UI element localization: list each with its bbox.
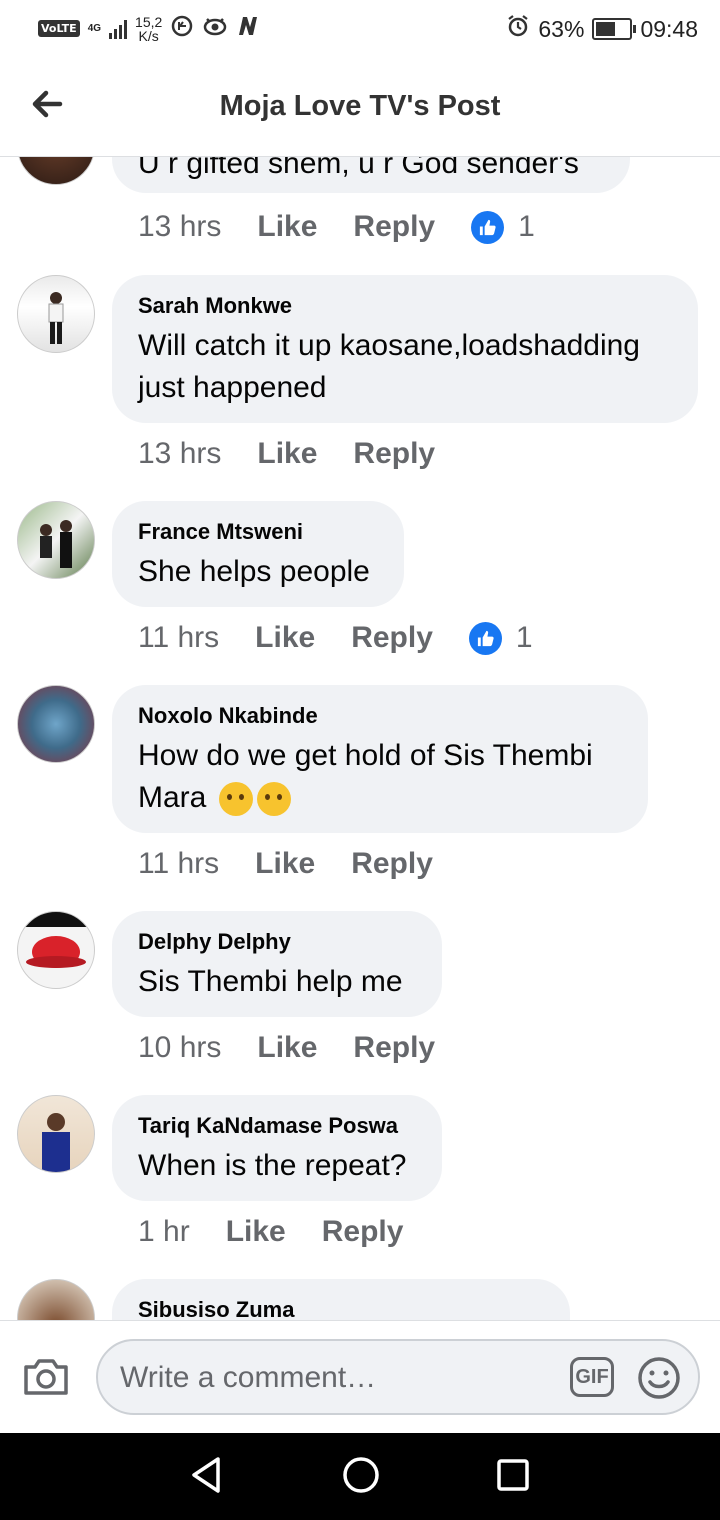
like-button[interactable]: Like xyxy=(257,210,317,244)
camera-icon[interactable] xyxy=(22,1355,70,1402)
like-button[interactable]: Like xyxy=(257,1031,317,1065)
like-button[interactable]: Like xyxy=(255,621,315,655)
battery-percent: 63% xyxy=(538,15,585,42)
comment-bubble[interactable]: Delphy Delphy Sis Thembi help me xyxy=(112,911,442,1017)
circle-home-icon[interactable] xyxy=(341,1455,381,1500)
comment-time: 10 hrs xyxy=(138,1031,222,1064)
comment-bubble[interactable]: Sarah Monkwe Will catch it up kaosane,lo… xyxy=(112,275,698,423)
comments-list[interactable]: U r gifted shem, u r God sender's 13 hrs… xyxy=(0,157,720,1320)
comment-composer: GIF xyxy=(0,1320,720,1434)
commenter-name[interactable]: Sarah Monkwe xyxy=(138,293,672,319)
avatar[interactable] xyxy=(17,157,95,185)
comment-text: She helps people xyxy=(138,555,370,588)
smiley-icon[interactable] xyxy=(636,1355,682,1406)
triangle-back-icon[interactable] xyxy=(188,1455,224,1500)
comment-bubble[interactable]: Tariq KaNdamase Poswa When is the repeat… xyxy=(112,1095,442,1201)
reply-button[interactable]: Reply xyxy=(322,1215,404,1249)
commenter-name[interactable]: Tariq KaNdamase Poswa xyxy=(138,1113,416,1139)
comment-actions: 1 hr Like Reply xyxy=(138,1215,439,1249)
avatar[interactable] xyxy=(17,685,95,763)
data-saver-icon xyxy=(170,14,194,43)
battery-icon xyxy=(592,18,637,40)
network-speed: 15,2 K/s xyxy=(135,15,162,43)
reply-button[interactable]: Reply xyxy=(353,437,435,471)
avatar[interactable] xyxy=(17,275,95,353)
comment-text: Sis Thembi help me xyxy=(138,965,403,998)
comment-bubble[interactable]: U r gifted shem, u r God sender's xyxy=(112,157,630,193)
avatar[interactable] xyxy=(17,911,95,989)
network-type: 4G xyxy=(87,22,102,34)
reaction-count[interactable]: 1 xyxy=(471,210,535,244)
like-button[interactable]: Like xyxy=(255,847,315,881)
comment-input[interactable] xyxy=(118,1355,542,1401)
like-button[interactable]: Like xyxy=(226,1215,286,1249)
gif-button[interactable]: GIF xyxy=(570,1357,614,1397)
square-recents-icon[interactable] xyxy=(495,1455,531,1500)
reply-button[interactable]: Reply xyxy=(353,1031,435,1065)
commenter-name[interactable]: Sibusiso Zuma xyxy=(138,1297,544,1320)
comment-input-container: GIF xyxy=(96,1339,700,1415)
thumbs-up-icon xyxy=(471,210,505,244)
comment-text: U r gifted shem, u r God sender's xyxy=(138,157,579,180)
comment-text: Will catch it up kaosane,loadshadding ju… xyxy=(138,329,640,404)
commenter-name[interactable]: France Mtsweni xyxy=(138,519,378,545)
comment-bubble[interactable]: Noxolo Nkabinde How do we get hold of Si… xyxy=(112,685,648,833)
alarm-icon xyxy=(506,14,530,44)
comment-text: When is the repeat? xyxy=(138,1149,407,1182)
thumbs-up-icon xyxy=(468,621,502,655)
reply-button[interactable]: Reply xyxy=(351,847,433,881)
volte-indicator: VoLTE xyxy=(38,20,80,37)
comment-time: 13 hrs xyxy=(138,210,222,243)
comment-text: How do we get hold of Sis Thembi Mara xyxy=(138,735,622,819)
reaction-number: 1 xyxy=(515,621,533,654)
commenter-name[interactable]: Noxolo Nkabinde xyxy=(138,703,622,729)
eye-icon xyxy=(202,14,228,43)
speed-unit: K/s xyxy=(138,27,159,44)
avatar[interactable] xyxy=(17,1279,95,1320)
avatar[interactable] xyxy=(17,501,95,579)
post-header: Moja Love TV's Post xyxy=(0,62,720,157)
comment-time: 13 hrs xyxy=(138,437,222,470)
thinking-face-icon xyxy=(256,782,291,817)
comment-actions: 13 hrs Like Reply 1 xyxy=(138,210,535,244)
comment-bubble[interactable]: France Mtsweni She helps people xyxy=(112,501,404,607)
comment-actions: 11 hrs Like Reply xyxy=(138,847,469,881)
comment-text-content: How do we get hold of Sis Thembi Mara xyxy=(138,739,593,814)
comment-actions: 11 hrs Like Reply 1 xyxy=(138,621,533,655)
system-navigation-bar xyxy=(0,1433,720,1520)
commenter-name[interactable]: Delphy Delphy xyxy=(138,929,416,955)
signal-icon xyxy=(109,19,128,39)
comment-time: 11 hrs xyxy=(138,847,220,880)
clock: 09:48 xyxy=(640,15,698,42)
comment-bubble[interactable]: Sibusiso Zuma xyxy=(112,1279,570,1320)
status-bar: VoLTE 4G 15,2 K/s 63% 09:48 xyxy=(0,0,720,62)
reply-button[interactable]: Reply xyxy=(351,621,433,655)
like-button[interactable]: Like xyxy=(257,437,317,471)
comment-actions: 13 hrs Like Reply xyxy=(138,437,471,471)
comment-time: 11 hrs xyxy=(138,621,220,654)
reaction-count[interactable]: 1 xyxy=(468,621,533,655)
comment-actions: 10 hrs Like Reply xyxy=(138,1031,471,1065)
reply-button[interactable]: Reply xyxy=(353,210,435,244)
comment-time: 1 hr xyxy=(138,1215,190,1248)
reaction-number: 1 xyxy=(518,210,535,243)
thinking-face-icon xyxy=(218,782,253,817)
avatar[interactable] xyxy=(17,1095,95,1173)
page-title: Moja Love TV's Post xyxy=(219,90,501,122)
n-app-icon xyxy=(236,15,260,42)
